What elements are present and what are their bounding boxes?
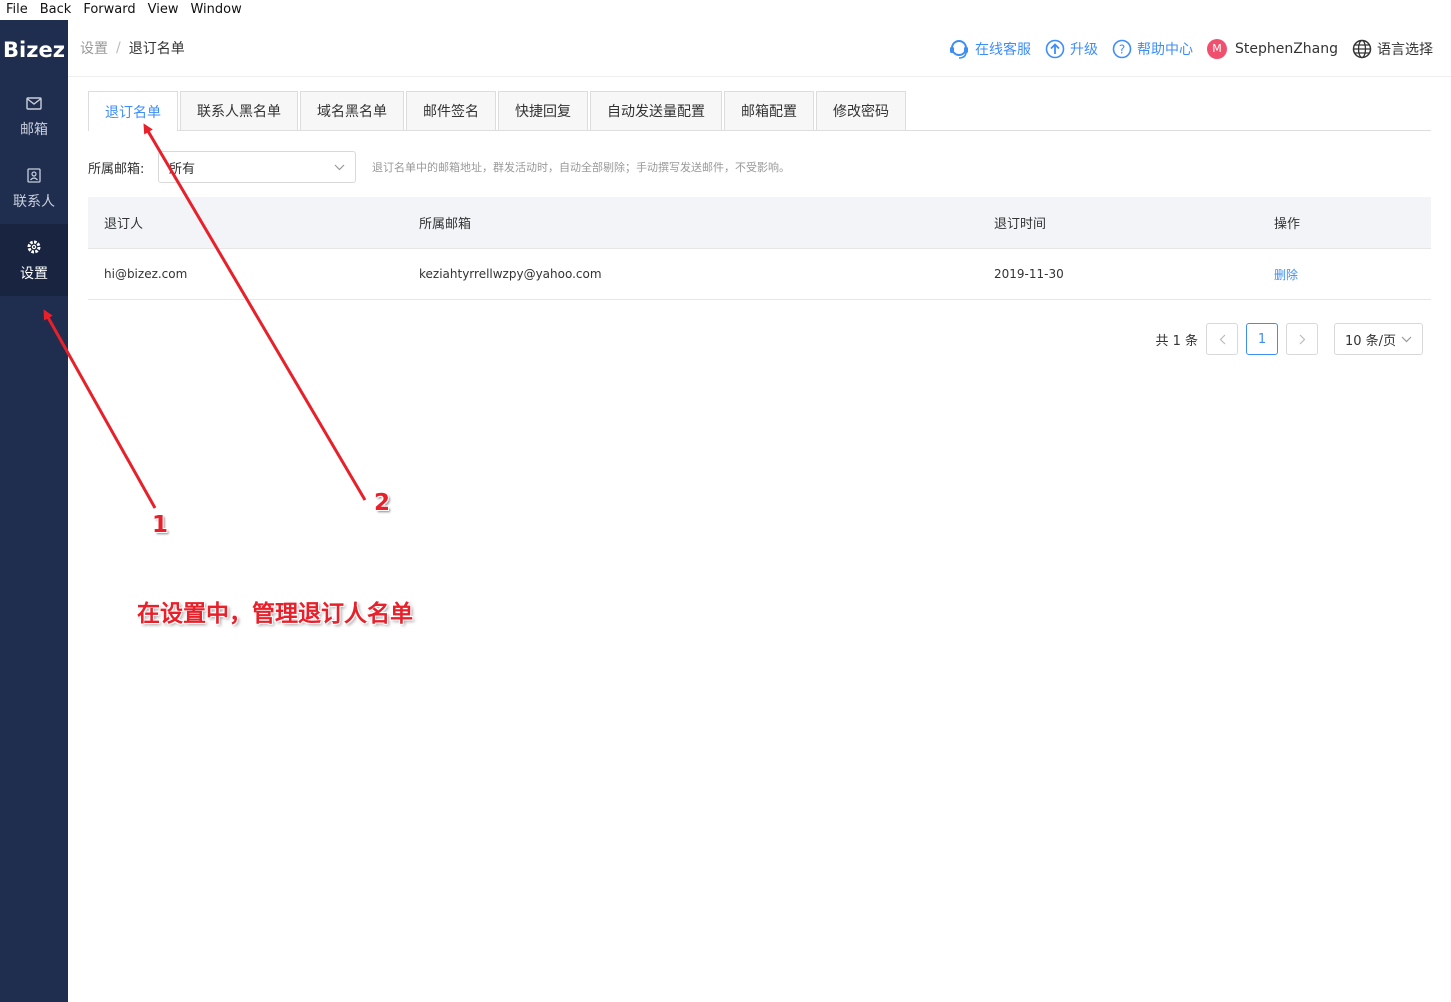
help-center-button[interactable]: ? 帮助中心: [1112, 39, 1193, 59]
settings-tabs: 退订名单 联系人黑名单 域名黑名单 邮件签名 快捷回复 自动发送量配置 邮箱配置…: [88, 91, 1431, 131]
app-menubar: File Back Forward View Window: [0, 0, 1451, 20]
annotation-label-2: 2: [374, 490, 391, 516]
cell-unsubscriber: hi@bizez.com: [104, 267, 188, 281]
col-unsubscriber: 退订人: [104, 217, 144, 232]
pagination: 共 1 条 1 10 条/页: [1155, 323, 1423, 355]
sidebar-item-label: 邮箱: [20, 122, 48, 138]
logo: Bizez: [3, 38, 65, 62]
contact-icon: [27, 165, 41, 185]
tab-contact-blacklist[interactable]: 联系人黑名单: [180, 91, 298, 130]
cell-time: 2019-11-30: [994, 267, 1064, 281]
annotation-label-1: 1: [152, 512, 169, 538]
breadcrumb-current: 退订名单: [128, 41, 185, 57]
sidebar-item-label: 联系人: [13, 194, 55, 210]
cell-mailbox: keziahtyrrellwzpy@yahoo.com: [419, 267, 602, 281]
chevron-down-icon: [1401, 336, 1412, 342]
headset-icon: [948, 38, 970, 60]
prev-page-button[interactable]: [1206, 323, 1238, 355]
tab-auto-send-config[interactable]: 自动发送量配置: [590, 91, 722, 130]
chevron-right-icon: [1299, 334, 1305, 344]
col-mailbox: 所属邮箱: [419, 217, 472, 232]
tab-unsubscribe-list[interactable]: 退订名单: [88, 91, 178, 131]
svg-text:?: ?: [1119, 42, 1125, 56]
upgrade-label: 升级: [1069, 41, 1098, 58]
sidebar: Bizez 邮箱 联系人 设置: [0, 20, 68, 1002]
breadcrumb-parent[interactable]: 设置: [80, 38, 108, 58]
annotation-caption: 在设置中，管理退订人名单: [137, 601, 413, 627]
col-time: 退订时间: [994, 217, 1047, 232]
language-label: 语言选择: [1377, 41, 1433, 58]
avatar: M: [1206, 38, 1227, 59]
tab-change-password[interactable]: 修改密码: [816, 91, 906, 130]
table-header: 退订人 所属邮箱 退订时间 操作: [88, 197, 1431, 249]
total-count: 共 1 条: [1155, 333, 1198, 349]
user-name: StephenZhang: [1234, 40, 1338, 57]
menu-file[interactable]: File: [0, 0, 34, 20]
col-action: 操作: [1274, 217, 1301, 232]
gear-icon: [26, 237, 42, 257]
breadcrumb: 设置 / 退订名单: [80, 38, 185, 58]
chevron-left-icon: [1219, 334, 1225, 344]
menu-back[interactable]: Back: [34, 0, 78, 20]
page-button-current[interactable]: 1: [1246, 323, 1278, 355]
sidebar-item-contacts[interactable]: 联系人: [0, 152, 68, 224]
mailbox-select-value: 所有: [169, 161, 196, 177]
top-header: 设置 / 退订名单 在线客服 升级 ? 帮助中心 M StephenZhang: [68, 20, 1451, 77]
online-support-label: 在线客服: [974, 41, 1031, 58]
help-icon: ?: [1112, 39, 1132, 59]
user-menu[interactable]: M StephenZhang: [1206, 38, 1338, 59]
unsubscribe-table: 退订人 所属邮箱 退订时间 操作 hi@bizez.com keziahtyrr…: [88, 197, 1431, 300]
mail-icon: [26, 93, 42, 113]
mailbox-filter: 所属邮箱: 所有 退订名单中的邮箱地址，群发活动时，自动全部剔除；手动撰写发送邮…: [88, 151, 790, 183]
breadcrumb-separator: /: [116, 40, 121, 56]
tab-email-signature[interactable]: 邮件签名: [406, 91, 496, 130]
table-row: hi@bizez.com keziahtyrrellwzpy@yahoo.com…: [88, 249, 1431, 300]
language-select[interactable]: 语言选择: [1352, 39, 1433, 59]
tab-mailbox-config[interactable]: 邮箱配置: [724, 91, 814, 130]
filter-hint: 退订名单中的邮箱地址，群发活动时，自动全部剔除；手动撰写发送邮件，不受影响。: [372, 161, 790, 174]
help-center-label: 帮助中心: [1136, 41, 1193, 58]
online-support-button[interactable]: 在线客服: [948, 38, 1031, 60]
menu-view[interactable]: View: [142, 0, 185, 20]
menu-window[interactable]: Window: [184, 0, 247, 20]
sidebar-item-settings[interactable]: 设置: [0, 224, 68, 296]
tab-domain-blacklist[interactable]: 域名黑名单: [300, 91, 404, 130]
page-size-value: 10 条/页: [1345, 333, 1397, 349]
page-size-select[interactable]: 10 条/页: [1334, 323, 1423, 355]
chevron-down-icon: [334, 160, 345, 175]
delete-link[interactable]: 删除: [1274, 268, 1298, 282]
mailbox-filter-label: 所属邮箱:: [88, 161, 145, 177]
upgrade-button[interactable]: 升级: [1045, 39, 1098, 59]
mailbox-select[interactable]: 所有: [158, 151, 356, 183]
menu-forward[interactable]: Forward: [77, 0, 141, 20]
tab-quick-reply[interactable]: 快捷回复: [498, 91, 588, 130]
header-actions: 在线客服 升级 ? 帮助中心 M StephenZhang 语言选择: [934, 20, 1433, 77]
sidebar-item-mail[interactable]: 邮箱: [0, 80, 68, 152]
sidebar-item-label: 设置: [20, 266, 48, 282]
globe-icon: [1352, 39, 1372, 59]
upgrade-icon: [1045, 39, 1065, 59]
next-page-button[interactable]: [1286, 323, 1318, 355]
